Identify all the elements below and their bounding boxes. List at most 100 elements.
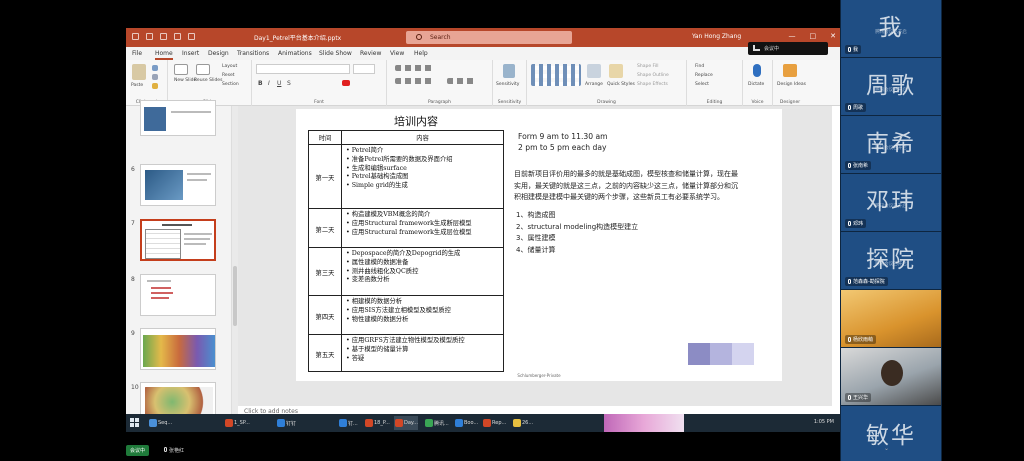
- paste-icon[interactable]: [132, 64, 146, 80]
- quick-styles-icon[interactable]: [609, 64, 623, 78]
- tab-design[interactable]: Design: [208, 50, 229, 57]
- italic-icon[interactable]: I: [268, 80, 270, 87]
- slide-thumbnail[interactable]: [140, 164, 216, 206]
- reuse-slides-icon[interactable]: [196, 64, 210, 75]
- participant-video-tile[interactable]: 王兴华: [841, 348, 941, 405]
- layout-button[interactable]: Layout: [222, 64, 237, 69]
- participant-tile[interactable]: 南希 腾讯会议已开启 张南希: [841, 116, 941, 173]
- design-ideas-button[interactable]: Design Ideas: [777, 82, 806, 87]
- bold-icon[interactable]: B: [258, 80, 263, 87]
- slide-thumbnail[interactable]: [140, 328, 216, 370]
- training-schedule-table[interactable]: 时间 内容 第一天 Petrel简介 准备Petrel所需要的数据及界面介绍 生…: [308, 130, 504, 372]
- present-icon[interactable]: [188, 33, 195, 40]
- tab-slide-show[interactable]: Slide Show: [319, 50, 352, 57]
- reuse-slides-button[interactable]: Reuse Slides: [194, 78, 222, 83]
- slide-thumbnail-pane: 6 7 8 9 10: [126, 100, 232, 424]
- shapes-gallery[interactable]: [531, 64, 581, 86]
- shape-outline-button[interactable]: Shape Outline: [637, 73, 669, 78]
- sensitivity-button[interactable]: Sensitivity: [496, 82, 519, 87]
- shape-effects-button[interactable]: Shape Effects: [637, 82, 668, 87]
- list-icons[interactable]: [395, 65, 435, 71]
- strikethrough-icon[interactable]: S: [287, 80, 291, 87]
- select-button[interactable]: Select: [695, 82, 709, 87]
- tab-home[interactable]: Home: [155, 50, 173, 60]
- taskbar-item[interactable]: Boo...: [454, 416, 478, 430]
- slide-title[interactable]: 培训内容: [296, 113, 536, 129]
- slide-thumbnail[interactable]: [140, 274, 216, 316]
- microphone-icon[interactable]: [753, 64, 761, 77]
- arrange-button[interactable]: Arrange: [585, 82, 603, 87]
- chevron-down-icon[interactable]: ⌄: [884, 445, 889, 452]
- participant-tile[interactable]: 我 腾讯会议已开启 我: [841, 0, 941, 57]
- meeting-badge[interactable]: 会议中: [126, 445, 150, 456]
- format-painter-icon[interactable]: [152, 83, 158, 89]
- participant-tile[interactable]: 邓玮 腾讯会议已开启 邓玮: [841, 174, 941, 231]
- windows-start-icon[interactable]: [130, 418, 139, 427]
- slide-thumbnail[interactable]: [140, 100, 216, 136]
- participant-tile[interactable]: 探院 腾讯会议已开启 范森森-勘探院: [841, 232, 941, 289]
- font-color-icon[interactable]: [342, 80, 350, 86]
- close-button[interactable]: ✕: [830, 32, 836, 40]
- participant-tile[interactable]: 敏华: [841, 406, 941, 461]
- section-button[interactable]: Section: [222, 82, 239, 87]
- user-name[interactable]: Yan Hong Zhang: [692, 33, 741, 40]
- taskbar-item[interactable]: 腾讯...: [424, 416, 449, 430]
- font-size-select[interactable]: [353, 64, 375, 74]
- font-name-select[interactable]: [256, 64, 350, 74]
- scrollbar-thumb[interactable]: [233, 266, 237, 326]
- new-slide-button[interactable]: New Slide: [174, 78, 196, 83]
- schedule-time-morning[interactable]: Form 9 am to 11.30 am: [518, 132, 608, 141]
- design-ideas-icon[interactable]: [783, 64, 797, 77]
- new-slide-icon[interactable]: [174, 64, 188, 75]
- tab-insert[interactable]: Insert: [182, 50, 199, 57]
- tab-review[interactable]: Review: [360, 50, 381, 57]
- underline-icon[interactable]: U: [277, 80, 281, 87]
- participant-video-tile[interactable]: 杨欣雨萌: [841, 290, 941, 347]
- tab-animations[interactable]: Animations: [278, 50, 312, 57]
- list-item: 答疑: [346, 355, 499, 364]
- text-direction-icons[interactable]: [447, 78, 477, 84]
- taskbar-item[interactable]: Rep...: [482, 416, 506, 430]
- participant-avatar-text: 南希: [866, 131, 916, 157]
- maximize-button[interactable]: □: [810, 32, 817, 40]
- redo-icon[interactable]: [174, 33, 181, 40]
- taskbar-item[interactable]: 1_SP...: [224, 416, 250, 430]
- meeting-indicator[interactable]: 会议中: [748, 42, 828, 55]
- tab-transitions[interactable]: Transitions: [237, 50, 269, 57]
- tab-help[interactable]: Help: [414, 50, 428, 57]
- taskbar-item[interactable]: 18_P...: [364, 416, 390, 430]
- participant-tile[interactable]: 周歌 腾讯会议已开启 周歌: [841, 58, 941, 115]
- quick-styles-button[interactable]: Quick Styles: [607, 82, 635, 87]
- shape-fill-button[interactable]: Shape Fill: [637, 64, 659, 69]
- copy-icon[interactable]: [152, 74, 158, 80]
- taskbar-clock[interactable]: 1:05 PM: [814, 419, 834, 425]
- find-button[interactable]: Find: [695, 64, 704, 69]
- search-input[interactable]: Search: [406, 31, 572, 44]
- replace-button[interactable]: Replace: [695, 73, 713, 78]
- minimize-button[interactable]: —: [789, 32, 796, 40]
- slide-thumbnail-selected[interactable]: [140, 219, 216, 261]
- priority-list[interactable]: 1、构造成图 2、structural modeling构造模型建立 3、属性建…: [516, 210, 638, 256]
- tab-view[interactable]: View: [390, 50, 404, 57]
- description-paragraph[interactable]: 目前新项目评价用的最多的就是基础成图，模型核查和储量计算，现在最实用，最关键的就…: [514, 169, 744, 204]
- slide[interactable]: 培训内容 时间 内容 第一天 Petrel简介 准备Petrel所需要的数据及界…: [296, 109, 782, 381]
- cut-icon[interactable]: [152, 65, 158, 71]
- undo-icon[interactable]: [160, 33, 167, 40]
- paste-button[interactable]: Paste: [131, 83, 143, 88]
- gallery-controls: ⌄: [884, 445, 889, 452]
- reset-button[interactable]: Reset: [222, 73, 235, 78]
- taskbar-item[interactable]: 钉钉: [276, 416, 296, 430]
- tab-file[interactable]: File: [132, 50, 142, 57]
- taskbar-item[interactable]: 26...: [512, 416, 533, 430]
- autosave-icon[interactable]: [132, 33, 139, 40]
- taskbar-item[interactable]: 钉...: [338, 416, 358, 430]
- taskbar-item-active[interactable]: Day...: [394, 416, 418, 430]
- sensitivity-icon[interactable]: [503, 64, 515, 78]
- align-icons[interactable]: [395, 78, 435, 84]
- arrange-icon[interactable]: [587, 64, 601, 78]
- sensitivity-label: Sensitivity: [497, 100, 522, 105]
- taskbar-item[interactable]: Seq...: [148, 416, 172, 430]
- save-icon[interactable]: [146, 33, 153, 40]
- schedule-time-afternoon[interactable]: 2 pm to 5 pm each day: [518, 143, 607, 152]
- dictate-button[interactable]: Dictate: [748, 82, 764, 87]
